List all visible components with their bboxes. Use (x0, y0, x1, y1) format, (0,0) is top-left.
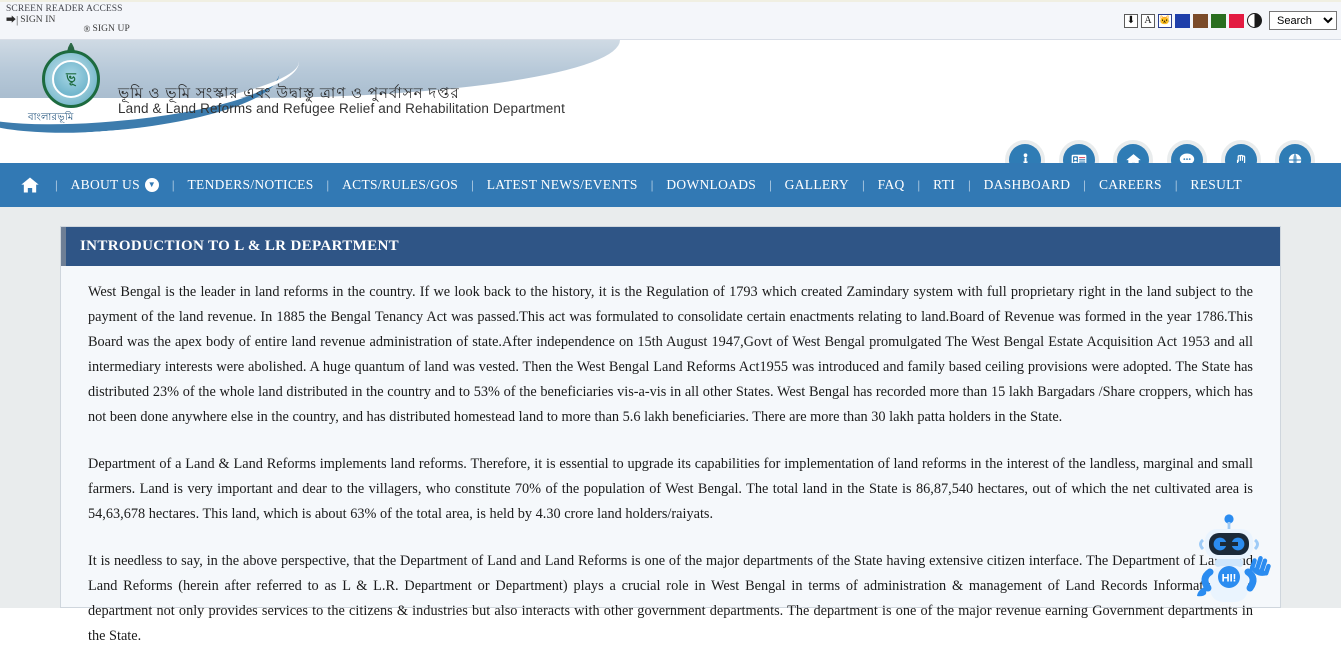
top-utility-bar: SCREEN READER ACCESS ⮕| SIGN IN ® SIGN U… (0, 0, 1341, 40)
nav-item-faq[interactable]: FAQ (874, 177, 909, 193)
nav-item-label: FAQ (877, 177, 905, 192)
quick-link-hand[interactable] (1225, 144, 1257, 163)
sign-row: ⮕| SIGN IN ® SIGN UP (6, 15, 130, 35)
nav-item-gallery[interactable]: GALLERY (781, 177, 853, 193)
nav-home-button[interactable] (14, 175, 46, 195)
introduction-paragraph: Department of a Land & Land Reforms impl… (88, 456, 1253, 522)
quick-link-feedback[interactable] (1171, 144, 1203, 163)
logo-wordmark: বাংলারভূমি (28, 112, 74, 123)
nav-item-acts-rules-gos[interactable]: ACTS/RULES/GOS (338, 177, 462, 193)
introduction-panel: INTRODUCTION TO L & LR DEPARTMENT West B… (60, 226, 1281, 644)
nav-item-label: CAREERS (1098, 177, 1162, 192)
main-navigation: | ABOUT US ▼ | TENDERS/NOTICES | ACTS/RULES/GO… (0, 163, 1341, 207)
nav-separator: | (55, 177, 58, 192)
top-utility-left: SCREEN READER ACCESS ⮕| SIGN IN ® SIGN U… (6, 4, 130, 35)
swatch-brown[interactable] (1193, 13, 1208, 28)
introduction-body: West Bengal is the leader in land reform… (61, 266, 1280, 649)
nav-item-tenders-notices[interactable]: TENDERS/NOTICES (184, 177, 318, 193)
swatch-green[interactable] (1211, 13, 1226, 28)
font-size-icon[interactable]: A (1141, 13, 1155, 28)
accessibility-toolbar: ⬇ A 🐱 Search (1124, 11, 1337, 30)
nav-separator: | (862, 177, 865, 192)
nav-item-downloads[interactable]: DOWNLOADS (662, 177, 760, 193)
chatbot-badge-text: HI! (1222, 573, 1237, 585)
nav-separator: | (769, 177, 772, 192)
nav-item-label: DOWNLOADS (666, 177, 757, 192)
register-circle-icon: ® (83, 24, 91, 34)
introduction-paragraph: West Bengal is the leader in land reform… (88, 284, 1253, 425)
sign-in-link[interactable]: ⮕| SIGN IN (6, 15, 55, 26)
nav-separator: | (471, 177, 474, 192)
site-banner: ভূ বাংলারভূমি ভূমি ও ভূমি সংস্কার এবং উদ… (0, 40, 1341, 163)
theme-cat-icon[interactable]: 🐱 (1158, 13, 1172, 28)
swatch-blue[interactable] (1175, 13, 1190, 28)
nav-item-label: GALLERY (784, 177, 850, 192)
sign-up-label: SIGN UP (92, 24, 130, 34)
nav-item-label: ABOUT US (70, 177, 140, 192)
content-area: INTRODUCTION TO L & LR DEPARTMENT West B… (0, 207, 1341, 644)
department-emblem-icon: ভূ (42, 50, 100, 108)
download-icon[interactable]: ⬇ (1124, 13, 1138, 28)
banner-title-english: Land & Land Reforms and Refugee Relief a… (118, 101, 565, 116)
nav-separator: | (1174, 177, 1178, 192)
nav-item-about-us[interactable]: ABOUT US ▼ (67, 177, 163, 193)
page-title: INTRODUCTION TO L & LR DEPARTMENT (61, 227, 1280, 266)
nav-separator: | (917, 177, 921, 192)
sign-in-label: SIGN IN (20, 15, 56, 25)
quick-link-home[interactable] (1117, 144, 1149, 163)
swatch-red[interactable] (1229, 13, 1244, 28)
nav-items: | ABOUT US ▼ | TENDERS/NOTICES | ACTS/RULES/GO… (46, 177, 1246, 193)
chevron-down-icon[interactable]: ▼ (144, 178, 159, 192)
nav-item-label: RTI (933, 177, 955, 192)
quick-link-idcard[interactable] (1063, 144, 1095, 163)
nav-item-rti[interactable]: RTI (929, 177, 959, 193)
nav-item-result[interactable]: RESULT (1186, 177, 1246, 193)
nav-item-label: RESULT (1190, 177, 1242, 192)
site-logo[interactable]: ভূ বাংলারভূমি (24, 43, 116, 132)
screen-reader-access-link[interactable]: SCREEN READER ACCESS (6, 4, 130, 15)
contrast-icon[interactable] (1247, 13, 1262, 28)
quick-link-download[interactable] (1009, 144, 1041, 163)
nav-item-label: DASHBOARD (983, 177, 1071, 192)
nav-separator: | (968, 177, 971, 192)
nav-separator: | (1083, 177, 1086, 192)
quick-link-globe[interactable] (1279, 144, 1311, 163)
sign-up-link[interactable]: ® SIGN UP (83, 24, 129, 35)
search-select[interactable]: Search (1269, 11, 1337, 30)
nav-item-label: LATEST NEWS/EVENTS (486, 177, 638, 192)
nav-item-careers[interactable]: CAREERS (1095, 177, 1166, 193)
nav-item-latest-news-events[interactable]: LATEST NEWS/EVENTS (483, 177, 642, 193)
emblem-inner: ভূ (52, 60, 90, 98)
nav-separator: | (326, 177, 330, 192)
nav-item-label: TENDERS/NOTICES (187, 177, 314, 192)
nav-item-label: ACTS/RULES/GOS (342, 177, 459, 192)
nav-separator: | (650, 177, 654, 192)
chatbot-mascot[interactable]: HI! (1179, 510, 1279, 610)
introduction-paragraph: It is needless to say, in the above pers… (88, 553, 1253, 644)
quick-links-row (1009, 144, 1311, 163)
nav-item-dashboard[interactable]: DASHBOARD (980, 177, 1075, 193)
login-arrow-icon: ⮕| (6, 15, 19, 26)
nav-separator: | (171, 177, 175, 192)
